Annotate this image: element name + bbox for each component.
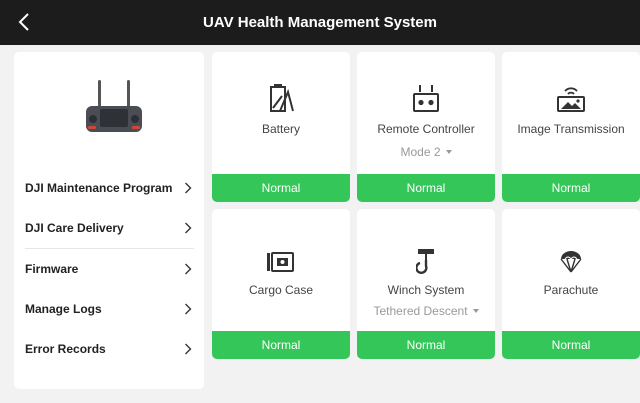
menu-item-maintenance-program[interactable]: DJI Maintenance Program bbox=[14, 168, 204, 208]
back-arrow-icon bbox=[18, 13, 29, 31]
menu-item-error-records[interactable]: Error Records bbox=[14, 329, 204, 369]
menu-item-label: Manage Logs bbox=[25, 302, 102, 316]
remote-controller-card[interactable]: Remote Controller Mode 2 Normal bbox=[357, 52, 495, 202]
sidebar: DJI Maintenance Program DJI Care Deliver… bbox=[14, 52, 204, 389]
back-button[interactable] bbox=[14, 11, 36, 33]
module-name: Battery bbox=[261, 122, 300, 136]
status-badge: Normal bbox=[212, 331, 350, 359]
top-bar: UAV Health Management System bbox=[0, 0, 640, 45]
mode-value: Mode 2 bbox=[400, 145, 441, 159]
parachute-icon bbox=[560, 251, 582, 273]
mode-dropdown[interactable]: Mode 2 bbox=[357, 145, 495, 159]
module-name: Image Transmission bbox=[517, 122, 625, 136]
chevron-right-icon bbox=[185, 263, 192, 275]
menu-item-firmware[interactable]: Firmware bbox=[14, 249, 204, 289]
menu-item-label: DJI Maintenance Program bbox=[25, 181, 173, 195]
menu-item-label: Firmware bbox=[25, 262, 79, 276]
image-transmission-icon bbox=[557, 87, 585, 112]
status-badge: Normal bbox=[357, 331, 495, 359]
mode-value: Tethered Descent bbox=[373, 304, 468, 318]
caret-down-icon bbox=[472, 308, 479, 313]
chevron-right-icon bbox=[185, 343, 192, 355]
module-name: Winch System bbox=[387, 283, 465, 297]
cargo-case-icon bbox=[267, 252, 294, 272]
status-badge: Normal bbox=[357, 174, 495, 202]
status-badge: Normal bbox=[502, 331, 640, 359]
remote-controller-icon bbox=[413, 85, 439, 112]
winch-system-card[interactable]: Winch System Tethered Descent Normal bbox=[357, 209, 495, 359]
module-name: Parachute bbox=[543, 283, 599, 297]
module-name: Remote Controller bbox=[377, 122, 475, 136]
menu-item-label: Error Records bbox=[25, 342, 106, 356]
menu-item-care-delivery[interactable]: DJI Care Delivery bbox=[14, 208, 204, 248]
chevron-right-icon bbox=[185, 303, 192, 315]
remote-controller-image bbox=[84, 80, 144, 138]
image-transmission-card[interactable]: Image Transmission Normal bbox=[502, 52, 640, 202]
module-name: Cargo Case bbox=[248, 283, 314, 297]
caret-down-icon bbox=[445, 149, 452, 154]
winch-icon bbox=[416, 249, 434, 274]
battery-card[interactable]: Battery Normal bbox=[212, 52, 350, 202]
cargo-case-card[interactable]: Cargo Case Normal bbox=[212, 209, 350, 359]
battery-icon bbox=[270, 84, 294, 112]
status-badge: Normal bbox=[212, 174, 350, 202]
chevron-right-icon bbox=[185, 222, 192, 234]
parachute-card[interactable]: Parachute Normal bbox=[502, 209, 640, 359]
page-title: UAV Health Management System bbox=[203, 14, 437, 31]
chevron-right-icon bbox=[185, 182, 192, 194]
winch-mode-dropdown[interactable]: Tethered Descent bbox=[357, 304, 495, 318]
status-badge: Normal bbox=[502, 174, 640, 202]
menu-item-manage-logs[interactable]: Manage Logs bbox=[14, 289, 204, 329]
menu-item-label: DJI Care Delivery bbox=[25, 221, 124, 235]
